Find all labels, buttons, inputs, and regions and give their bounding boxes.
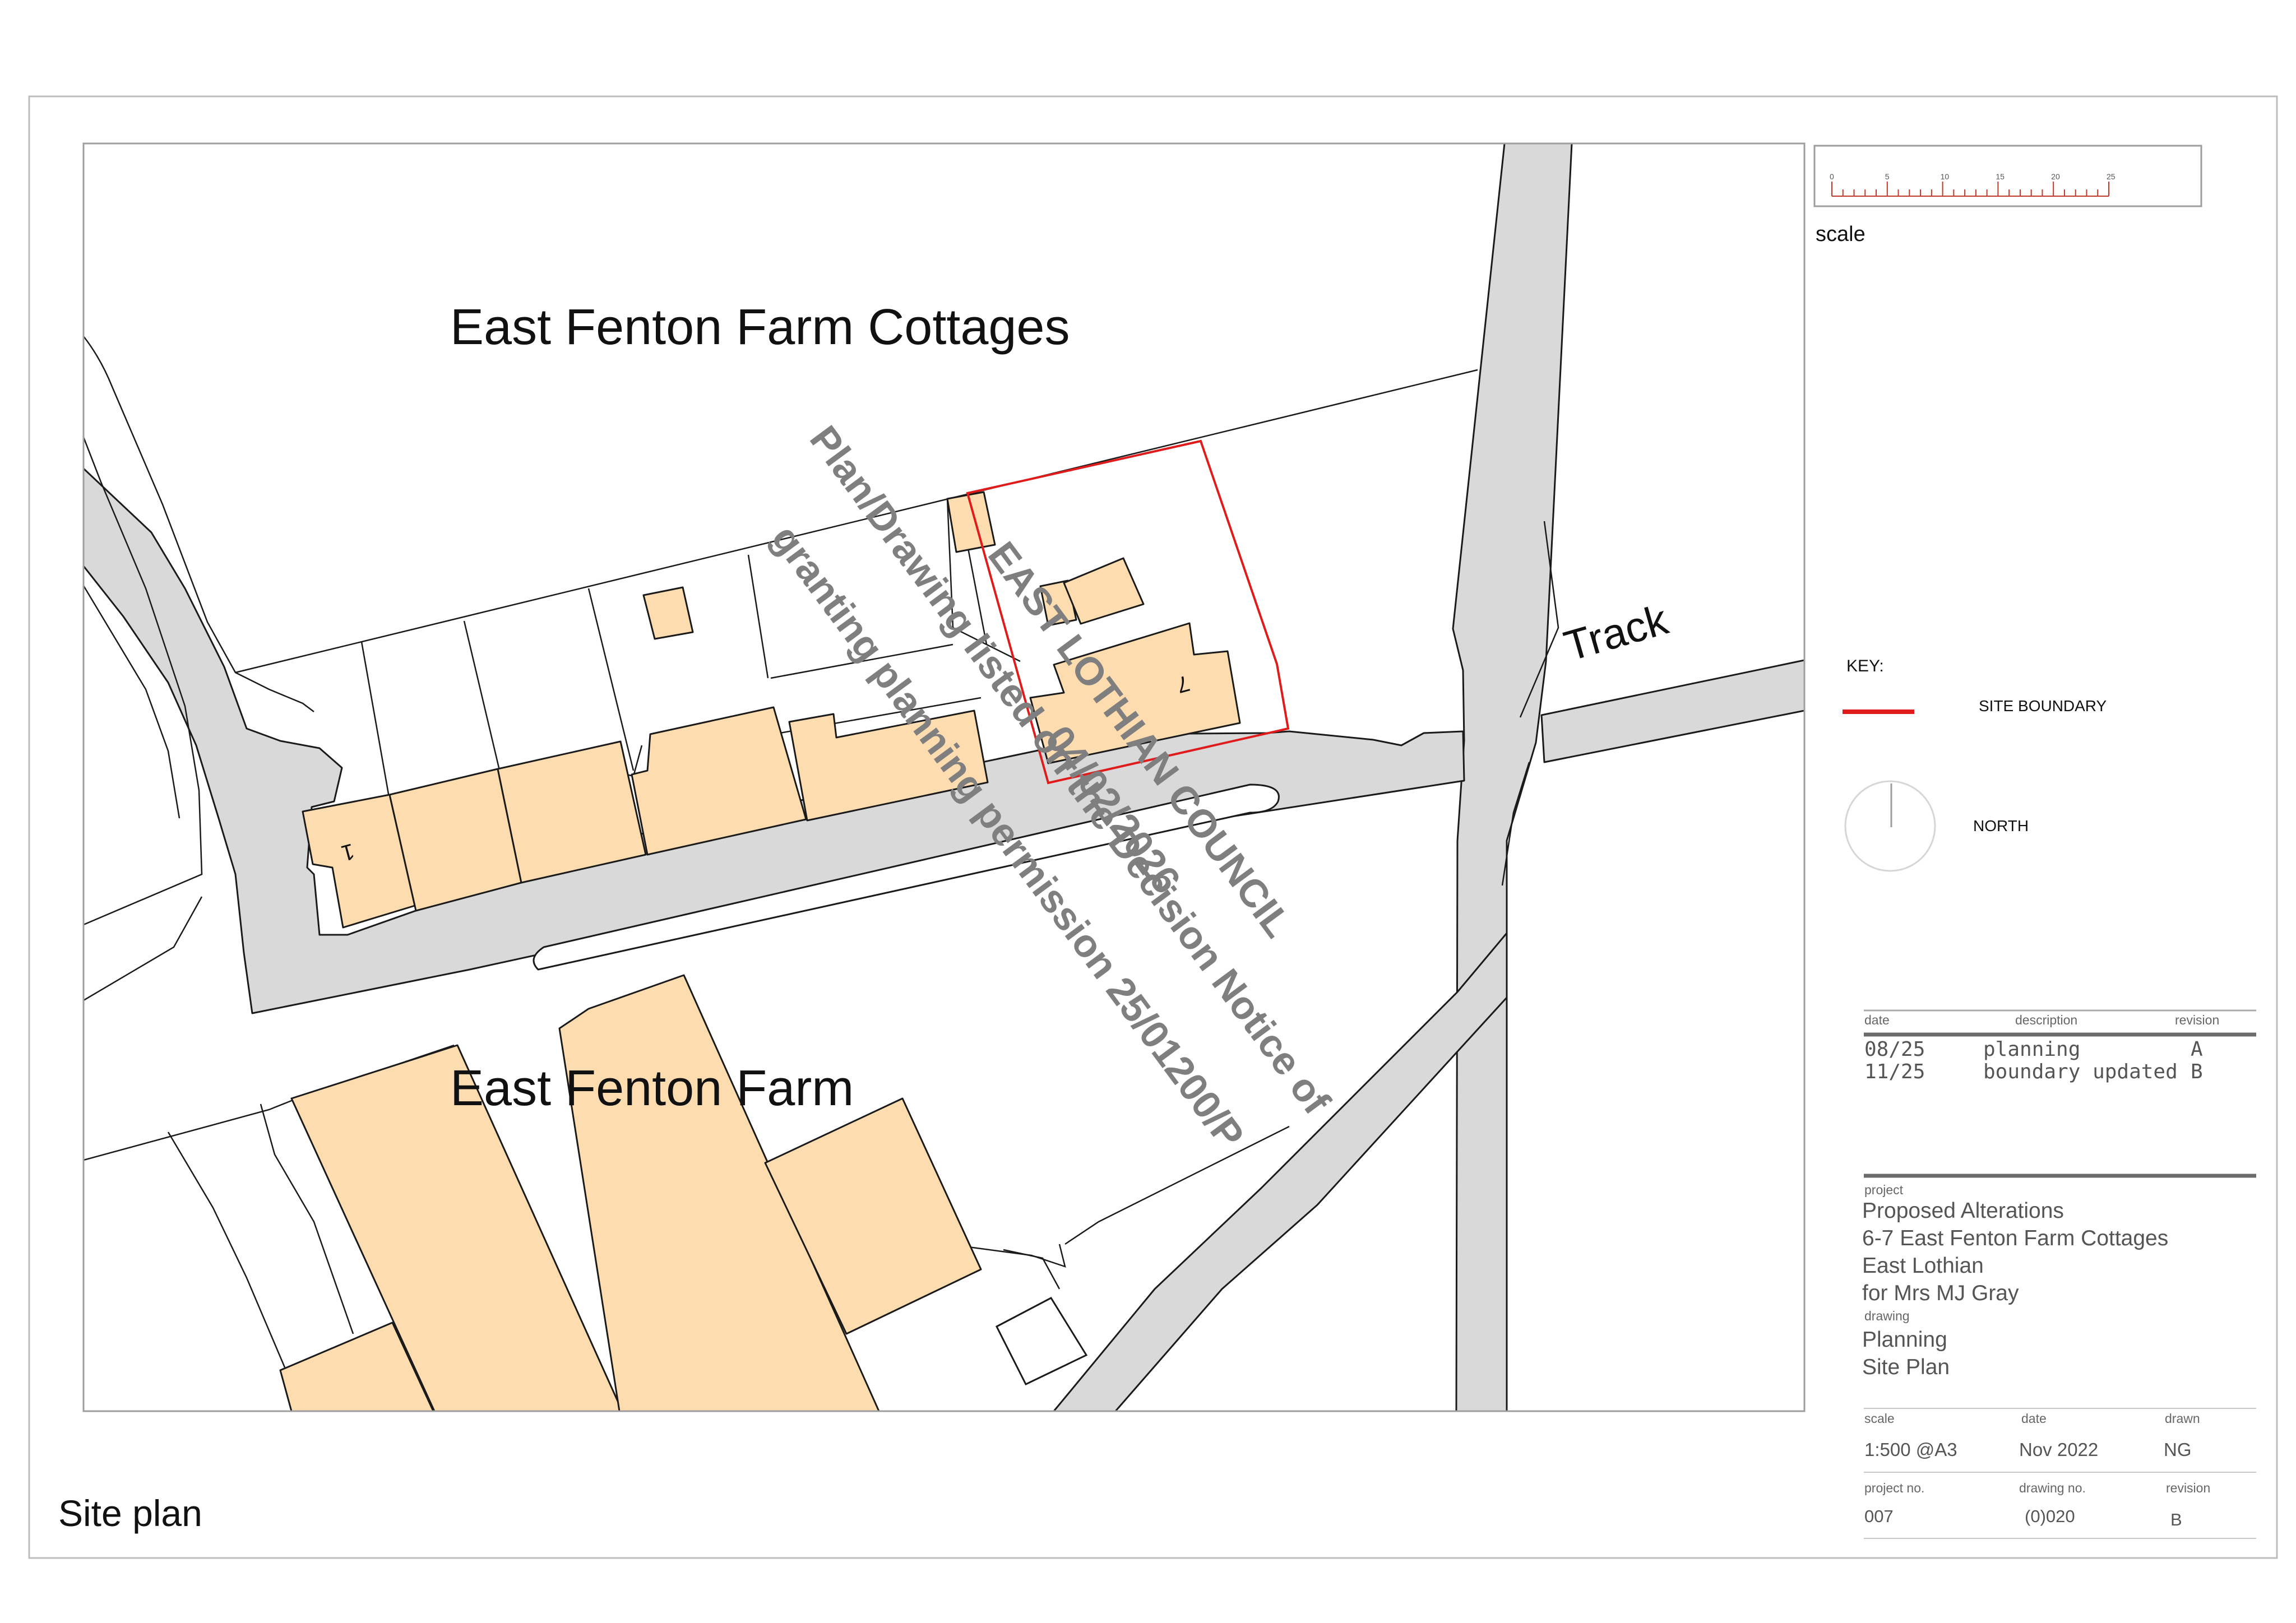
label-east-fenton-farm-cottages: East Fenton Farm Cottages (450, 299, 1070, 355)
scale-ticks (1831, 182, 2109, 197)
project-no-value: 007 (1864, 1506, 1894, 1526)
revisions-header-date: date (1864, 1013, 1890, 1027)
drawn-field-label: drawn (2165, 1411, 2200, 1426)
sheet-title: Site plan (58, 1492, 202, 1534)
drawing-no-value: (0)020 (2025, 1506, 2075, 1526)
site-plan-sheet: 1 7 East Fenton Farm Cottages East Fento… (28, 95, 2278, 1559)
project-no-label: project no. (1864, 1481, 1924, 1495)
revision-field-label: revision (2166, 1481, 2210, 1495)
date-field-label: date (2021, 1411, 2047, 1426)
project-line: 6-7 East Fenton Farm Cottages (1862, 1226, 2168, 1250)
scale-tick-labels: 0 5 10 15 20 25 (1830, 172, 2116, 181)
key-north-label: NORTH (1973, 817, 2029, 834)
key-title: KEY: (1846, 657, 1884, 675)
outbuilding-north (642, 586, 694, 640)
scale-tick-label: 15 (1996, 172, 2005, 181)
scale-bar: 0 5 10 15 20 25 scale (1813, 145, 2202, 246)
shed-west (946, 491, 996, 553)
project-line: East Lothian (1862, 1254, 1984, 1278)
scale-field-label: scale (1864, 1411, 1895, 1426)
revision-row-description: planning (1983, 1038, 2080, 1061)
project-label: project (1864, 1183, 1904, 1197)
label-track: Track (1559, 596, 1673, 671)
revision-row-revision: B (2191, 1060, 2203, 1083)
title-block: project Proposed Alterations 6-7 East Fe… (1862, 1174, 2256, 1539)
revision-field-value: B (2170, 1510, 2182, 1529)
scale-label: scale (1816, 222, 1866, 246)
scale-tick-label: 5 (1885, 172, 1890, 181)
revision-row-description: boundary updated (1983, 1060, 2178, 1083)
revisions-header-description: description (2015, 1013, 2077, 1027)
revision-row-date: 11/25 (1864, 1060, 1925, 1083)
project-description: Proposed Alterations 6-7 East Fenton Far… (1862, 1199, 2168, 1305)
north-arrow-icon (1844, 780, 1936, 872)
track-east-road (1540, 659, 1804, 763)
plot-boundary (360, 641, 391, 801)
small-structure (995, 1297, 1088, 1385)
revision-row-date: 08/25 (1864, 1038, 1925, 1061)
project-line: Proposed Alterations (1862, 1199, 2064, 1223)
revision-row: 08/25 planning A (1864, 1038, 2203, 1061)
revisions-table: date description revision 08/25 planning… (1864, 1009, 2256, 1083)
scale-field-value: 1:500 @A3 (1864, 1439, 1957, 1460)
drawing-label: drawing (1864, 1309, 1910, 1323)
drawing-line: Planning (1862, 1328, 1947, 1352)
main-north-south-road (1452, 143, 1573, 1411)
date-field-value: Nov 2022 (2019, 1439, 2098, 1460)
scale-tick-label: 0 (1830, 172, 1834, 181)
drawn-field-value: NG (2164, 1439, 2192, 1460)
drawing-line: Site Plan (1862, 1355, 1950, 1379)
scale-tick-label: 10 (1941, 172, 1950, 181)
key-site-boundary-label: SITE BOUNDARY (1979, 697, 2107, 715)
label-east-fenton-farm: East Fenton Farm (450, 1060, 854, 1116)
revision-row-revision: A (2191, 1038, 2203, 1061)
garage-rear (1063, 557, 1145, 625)
scale-tick-label: 25 (2107, 172, 2116, 181)
scale-bar-frame (1813, 145, 2202, 207)
drawing-no-label: drawing no. (2019, 1481, 2086, 1495)
scale-tick-label: 20 (2051, 172, 2060, 181)
revisions-header-revision: revision (2175, 1013, 2219, 1027)
drawing-description: Planning Site Plan (1862, 1328, 1950, 1379)
key-legend: KEY: SITE BOUNDARY NORTH (1843, 657, 2107, 872)
revision-row: 11/25 boundary updated B (1864, 1060, 2203, 1083)
project-line: for Mrs MJ Gray (1862, 1281, 2019, 1305)
